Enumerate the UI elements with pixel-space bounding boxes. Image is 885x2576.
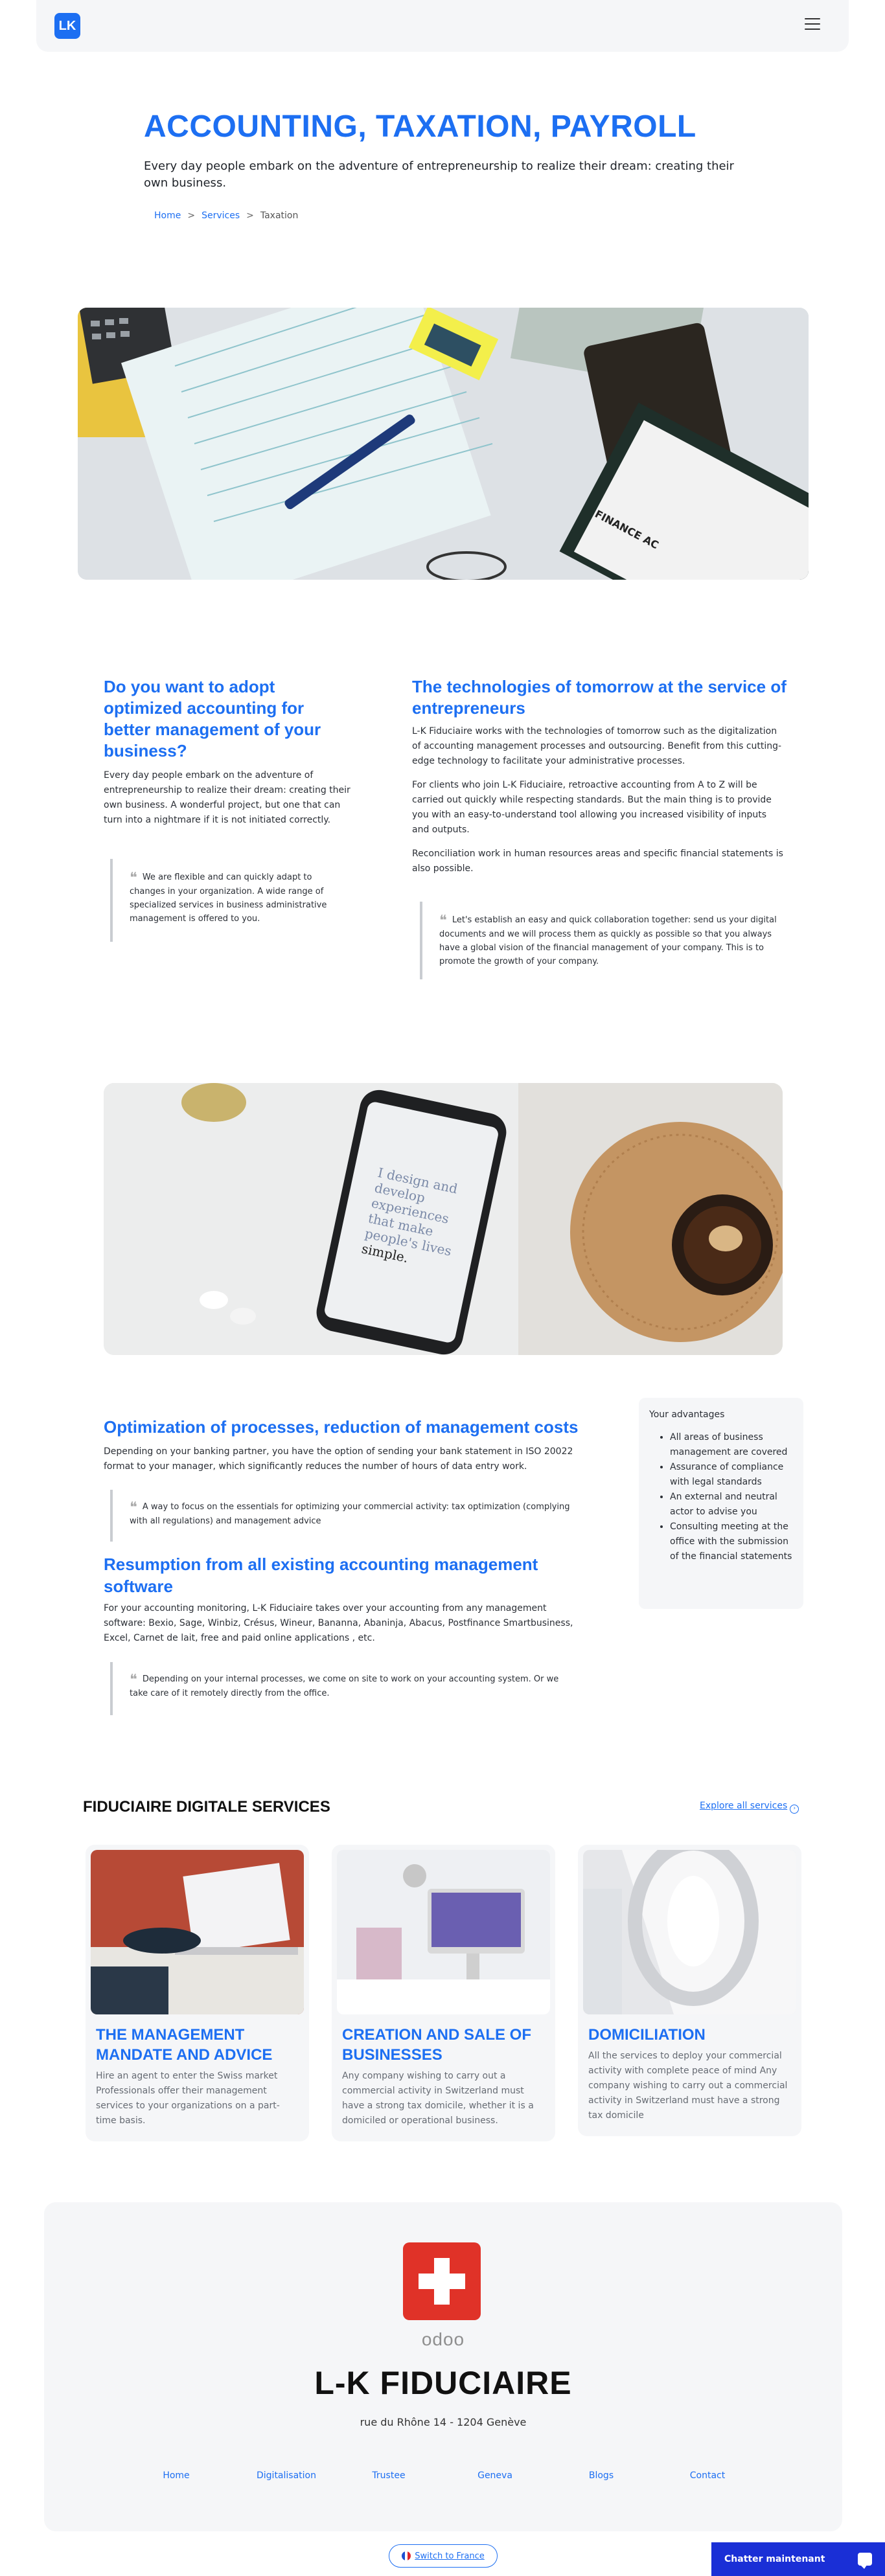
breadcrumb-current: Taxation (260, 211, 299, 221)
section-body: Depending on your banking partner, you h… (104, 1446, 573, 1472)
section-title-resumption: Resumption from all existing accounting … (104, 1555, 538, 1596)
explore-label: Explore all services (700, 1801, 788, 1811)
hero-image: FINANCE AC (78, 308, 809, 580)
france-flag-icon (402, 2551, 411, 2560)
service-card-title: THE MANAGEMENT MANDATE AND ADVICE (96, 2026, 273, 2064)
chat-bubble-icon (858, 2553, 872, 2569)
breadcrumb-home[interactable]: Home (154, 211, 181, 221)
section-body: For your accounting monitoring, L-K Fidu… (104, 1603, 573, 1643)
quote-icon: ❝ (130, 870, 137, 886)
service-card-title: CREATION AND SALE OF BUSINESSES (342, 2026, 531, 2064)
quote-icon: ❝ (130, 1672, 137, 1688)
switch-country-button[interactable]: Switch to France (389, 2544, 498, 2568)
section-title-optimization: Optimization of processes, reduction of … (104, 1417, 579, 1437)
quote-text: We are flexible and can quickly adapt to… (130, 872, 327, 924)
quote-text: Let's establish an easy and quick collab… (439, 915, 777, 966)
paragraph: L-K Fiduciaire works with the technologi… (412, 726, 782, 766)
list-item: An external and neutral actor to advise … (670, 1490, 793, 1520)
service-image (91, 1850, 304, 2014)
quote-icon: ❝ (130, 1499, 137, 1516)
paragraph: For clients who join L-K Fiduciaire, ret… (412, 780, 772, 835)
service-card-text: All the services to deploy your commerci… (588, 2051, 788, 2121)
swiss-cross-logo (403, 2242, 481, 2320)
chat-label: Chatter maintenant (724, 2554, 825, 2564)
section-title-accounting: Do you want to adopt optimized accountin… (104, 677, 321, 760)
switch-country-label: Switch to France (415, 2551, 485, 2561)
service-image (583, 1850, 796, 2014)
quote-icon: ❝ (439, 913, 447, 929)
chat-button[interactable]: Chatter maintenant (711, 2542, 885, 2576)
page-subtitle: Every day people embark on the adventure… (144, 159, 734, 190)
footer-link-contact[interactable]: Contact (682, 2470, 733, 2481)
section-title-technologies: The technologies of tomorrow at the serv… (412, 677, 787, 718)
quote-block: ❝ A way to focus on the essentials for op… (110, 1490, 577, 1542)
footer-link-digitalisation[interactable]: Digitalisation (257, 2470, 316, 2481)
odoo-logo: odoo (421, 2329, 465, 2349)
breadcrumb-services[interactable]: Services (201, 211, 240, 221)
footer-link-blogs[interactable]: Blogs (575, 2470, 627, 2481)
site-footer: odoo L-K FIDUCIAIRE rue du Rhône 14 - 12… (44, 2202, 842, 2531)
advantages-title: Your advantages (649, 1409, 725, 1420)
quote-block: ❝ Depending on your internal processes, w… (110, 1662, 577, 1715)
brand-name: L-K FIDUCIAIRE (314, 2365, 572, 2401)
phone-image: I design and develop experiences that ma… (104, 1083, 783, 1355)
address: rue du Rhône 14 - 1204 Genève (360, 2416, 527, 2428)
site-header: LK (36, 0, 849, 52)
arrow-circle-icon: › (790, 1805, 799, 1814)
list-item: Assurance of compliance with legal stand… (670, 1460, 793, 1490)
service-image (337, 1850, 550, 2014)
advantages-list: All areas of business management are cov… (649, 1430, 793, 1564)
logo[interactable]: LK (54, 13, 80, 39)
quote-text: A way to focus on the essentials for opt… (130, 1502, 570, 1526)
list-item: All areas of business management are cov… (670, 1430, 793, 1460)
breadcrumb-separator: > (246, 211, 254, 221)
footer-link-home[interactable]: Home (150, 2470, 202, 2481)
footer-link-geneva[interactable]: Geneva (469, 2470, 521, 2481)
list-item: Consulting meeting at the office with th… (670, 1520, 793, 1564)
explore-services-link[interactable]: Explore all services › (700, 1801, 799, 1814)
service-card-title: DOMICILIATION (588, 2026, 706, 2044)
paragraph: Reconciliation work in human resources a… (412, 849, 783, 874)
hamburger-icon[interactable] (805, 18, 820, 31)
breadcrumb-separator: > (187, 211, 196, 221)
service-card-domiciliation[interactable]: DOMICILIATION All the services to deploy… (578, 1845, 801, 2136)
service-card-management[interactable]: THE MANAGEMENT MANDATE AND ADVICE Hire a… (86, 1845, 309, 2141)
service-card-text: Hire an agent to enter the Swiss market … (96, 2071, 280, 2126)
advantages-box: Your advantages All areas of business ma… (639, 1398, 803, 1609)
breadcrumb: Home > Services > Taxation (154, 211, 298, 221)
quote-block: ❝ Let's establish an easy and quick colla… (420, 902, 783, 979)
service-card-text: Any company wishing to carry out a comme… (342, 2071, 534, 2126)
section-body: L-K Fiduciaire works with the technologi… (412, 724, 785, 885)
service-card-creation[interactable]: CREATION AND SALE OF BUSINESSES Any comp… (332, 1845, 555, 2141)
footer-link-trustee[interactable]: Trustee (363, 2470, 415, 2481)
services-heading: FIDUCIAIRE DIGITALE SERVICES (83, 1798, 330, 1816)
page-title: ACCOUNTING, TAXATION, PAYROLL (144, 109, 696, 144)
footer-nav: Home Digitalisation Trustee Geneva Blogs… (150, 2470, 733, 2481)
section-body: Every day people embark on the adventure… (104, 770, 351, 825)
quote-text: Depending on your internal processes, we… (130, 1674, 559, 1698)
quote-block: ❝ We are flexible and can quickly adapt t… (110, 859, 330, 942)
